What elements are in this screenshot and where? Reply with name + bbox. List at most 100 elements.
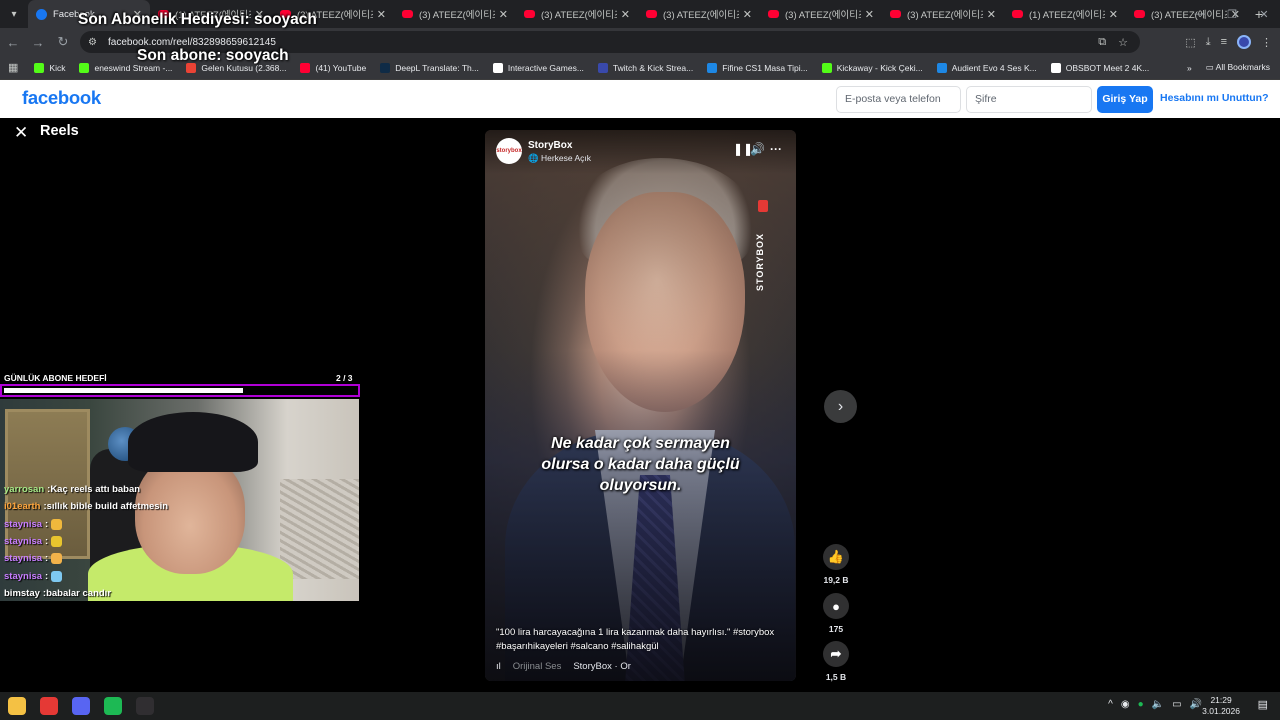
browser-tab[interactable]: (3) ATEEZ(에이티즈) ✕ bbox=[760, 0, 882, 28]
close-tab-icon[interactable]: ✕ bbox=[377, 8, 386, 21]
sub-goal-bar bbox=[0, 384, 360, 397]
comment-icon[interactable]: ● bbox=[823, 593, 849, 619]
download-icon[interactable]: ⤓ bbox=[1206, 36, 1211, 49]
youtube-icon bbox=[402, 10, 413, 18]
comment-action[interactable]: ● 175 bbox=[816, 593, 856, 634]
close-tab-icon[interactable]: ✕ bbox=[865, 8, 874, 21]
chat-username: i01earth bbox=[4, 501, 41, 513]
bookmark-item[interactable]: Kick bbox=[34, 62, 65, 73]
next-reel-button[interactable]: › bbox=[824, 390, 857, 423]
youtube-icon bbox=[1134, 10, 1145, 18]
subtitle-line: oluyorsun. bbox=[599, 477, 682, 494]
facebook-icon bbox=[36, 8, 47, 20]
facebook-logo[interactable]: facebook bbox=[22, 87, 101, 109]
chat-text: sıllık bible build affetmesin bbox=[46, 501, 169, 513]
more-bookmarks-icon[interactable]: » bbox=[1187, 63, 1192, 73]
volume-tray-icon[interactable]: 🔈 bbox=[1152, 699, 1164, 710]
browser-tab[interactable]: (3) ATEEZ(에이티즈) ✕ bbox=[394, 0, 516, 28]
tab-title: (1) ATEEZ(에이티즈) bbox=[1029, 10, 1105, 21]
minimize-icon[interactable]: — bbox=[1184, 0, 1216, 28]
apps-icon[interactable]: ▦ bbox=[8, 61, 18, 74]
discord-icon[interactable] bbox=[72, 697, 90, 715]
email-field[interactable]: E-posta veya telefon bbox=[836, 86, 961, 113]
close-tab-icon[interactable]: ✕ bbox=[499, 8, 508, 21]
close-window-icon[interactable]: ✕ bbox=[1248, 0, 1280, 28]
login-button[interactable]: Giriş Yap bbox=[1097, 86, 1153, 113]
chat-emote-icon bbox=[51, 553, 63, 565]
more-options-icon[interactable]: ··· bbox=[770, 142, 782, 156]
share-action[interactable]: ➦ 1,5 B bbox=[816, 641, 856, 682]
close-tab-icon[interactable]: ✕ bbox=[621, 8, 630, 21]
video-shading bbox=[485, 130, 796, 681]
bookmark-item[interactable]: Twitch & Kick Strea... bbox=[597, 62, 693, 73]
volume-icon[interactable]: 🔊 bbox=[750, 142, 765, 156]
reading-list-icon[interactable]: ≡ bbox=[1221, 36, 1227, 48]
page-icon bbox=[492, 62, 503, 73]
all-bookmarks-button[interactable]: ▭ All Bookmarks bbox=[1206, 62, 1270, 73]
chat-emote-icon bbox=[51, 570, 63, 582]
caption-hashtags[interactable]: #başarıhikayeleri #salcano #salihakgül bbox=[496, 640, 791, 654]
network-tray-icon[interactable]: ▭ bbox=[1172, 699, 1181, 710]
maximize-icon[interactable]: ❐ bbox=[1216, 0, 1248, 28]
system-clock[interactable]: 21:29 3.01.2026 bbox=[1202, 695, 1240, 717]
profile-avatar[interactable] bbox=[1237, 35, 1251, 49]
browser-tab[interactable]: (1) ATEEZ(에이티즈) ✕ bbox=[1004, 0, 1126, 28]
page-avatar[interactable]: storybox bbox=[496, 138, 522, 164]
spotify-icon[interactable] bbox=[104, 697, 122, 715]
sound-tray-icon[interactable]: 🔊 bbox=[1190, 699, 1202, 710]
bookmark-item[interactable]: (41) YouTube bbox=[300, 62, 366, 73]
taskbar-apps bbox=[8, 697, 154, 715]
notification-icon[interactable]: ▤ bbox=[1258, 698, 1268, 711]
forward-icon[interactable]: → bbox=[26, 30, 50, 54]
open-in-app-icon[interactable]: ⧉ bbox=[1098, 36, 1106, 49]
bookmark-item[interactable]: Interactive Games... bbox=[492, 62, 584, 73]
last-sub-text: Son abone: sooyach bbox=[137, 47, 289, 64]
discord-tray-icon[interactable]: ◉ bbox=[1121, 699, 1130, 710]
reel-video[interactable]: STORYBOX storybox StoryBox 🌐 Herkese Açı… bbox=[485, 130, 796, 681]
close-tab-icon[interactable]: ✕ bbox=[987, 8, 996, 21]
back-icon[interactable]: ← bbox=[1, 30, 25, 54]
bookmark-star-icon[interactable]: ☆ bbox=[1118, 36, 1128, 49]
reload-icon[interactable]: ↻ bbox=[51, 30, 75, 54]
audio-label: Orijinal Ses bbox=[512, 661, 562, 672]
bookmark-label: OBSBOT Meet 2 4K... bbox=[1065, 62, 1150, 73]
sub-goal-label: GÜNLÜK ABONE HEDEFİ bbox=[4, 373, 107, 383]
chat-message: staynisa: bbox=[4, 550, 354, 567]
audio-owner: StoryBox · Or bbox=[573, 661, 631, 672]
tab-title: (3) ATEEZ(에이티즈) bbox=[907, 10, 983, 21]
bookmark-item[interactable]: OBSBOT Meet 2 4K... bbox=[1050, 62, 1150, 73]
tab-title: (3) ATEEZ(에이티즈) bbox=[663, 10, 739, 21]
password-field[interactable]: Şifre bbox=[966, 86, 1092, 113]
chat-text: babalar candır bbox=[46, 587, 112, 599]
screen: ▾ Facebook✕(1) ATEEZ(에이티즈)✕(3) ATEEZ(에이티… bbox=[0, 0, 1280, 720]
privacy-text: Herkese Açık bbox=[540, 153, 592, 163]
browser-tab[interactable]: (3) ATEEZ(에이티즈) ✕ bbox=[882, 0, 1004, 28]
bookmark-item[interactable]: Audient Evo 4 Ses K... bbox=[936, 62, 1037, 73]
close-tab-icon[interactable]: ✕ bbox=[743, 8, 752, 21]
forgot-account-link[interactable]: Hesabını mı Unuttun? bbox=[1160, 92, 1269, 104]
share-icon[interactable]: ➦ bbox=[823, 641, 849, 667]
extensions-icon[interactable]: ⬚ bbox=[1185, 36, 1195, 49]
close-icon[interactable]: ✕ bbox=[14, 123, 28, 143]
bookmark-item[interactable]: DeepL Translate: Th... bbox=[380, 62, 479, 73]
bookmark-label: Audient Evo 4 Ses K... bbox=[951, 62, 1037, 73]
like-action[interactable]: 👍 19,2 B bbox=[816, 544, 856, 585]
file-explorer-icon[interactable] bbox=[8, 697, 26, 715]
obs-icon[interactable] bbox=[136, 697, 154, 715]
close-tab-icon[interactable]: ✕ bbox=[1109, 8, 1118, 21]
audio-row[interactable]: ıl Orijinal Ses StoryBox · Or bbox=[496, 661, 791, 672]
chrome-icon[interactable] bbox=[40, 697, 58, 715]
bookmark-item[interactable]: Fifine CS1 Masa Tipi... bbox=[707, 62, 808, 73]
browser-tab[interactable]: (3) ATEEZ(에이티즈) ✕ bbox=[516, 0, 638, 28]
site-info-icon[interactable]: ⚙ bbox=[88, 37, 102, 48]
menu-icon[interactable]: ⋮ bbox=[1261, 36, 1272, 49]
spotify-tray-icon[interactable]: ● bbox=[1138, 699, 1144, 710]
bookmark-item[interactable]: Kickaway - Kick Çeki... bbox=[821, 62, 923, 73]
subtitle-line: olursa o kadar daha güçlü bbox=[541, 456, 740, 473]
tray-expand-icon[interactable]: ^ bbox=[1108, 699, 1113, 710]
tab-search-icon[interactable]: ▾ bbox=[0, 0, 28, 28]
page-name[interactable]: StoryBox bbox=[528, 140, 572, 151]
like-icon[interactable]: 👍 bbox=[823, 544, 849, 570]
chat-separator: : bbox=[45, 518, 49, 530]
browser-tab[interactable]: (3) ATEEZ(에이티즈) ✕ bbox=[638, 0, 760, 28]
